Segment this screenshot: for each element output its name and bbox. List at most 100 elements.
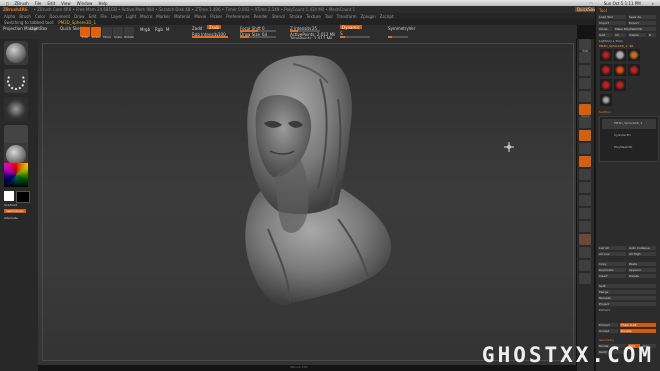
menu-layer[interactable]: Layer	[111, 14, 122, 19]
menu-edit[interactable]: Edit	[47, 1, 55, 6]
menu-stroke[interactable]: Stroke	[289, 14, 302, 19]
solo-button[interactable]	[579, 260, 591, 271]
rgb-button[interactable]: Rgb	[155, 27, 163, 32]
delete-button[interactable]: Delete	[628, 274, 656, 278]
rgb-intensity-slider[interactable]	[192, 36, 228, 38]
save-as-button[interactable]: Save As	[628, 15, 656, 19]
color-picker[interactable]	[4, 163, 28, 187]
menu-movie[interactable]: Movie	[194, 14, 206, 19]
insert-button[interactable]: Insert	[598, 274, 626, 278]
make-polymesh-button[interactable]: Make PolyMesh3D	[614, 27, 656, 31]
clone-button[interactable]: Clone	[598, 27, 612, 31]
subtool-section[interactable]: SubTool	[599, 110, 611, 114]
copy-button[interactable]: Copy	[598, 262, 626, 266]
menu-tool[interactable]: Tool	[325, 14, 333, 19]
m-button[interactable]: M	[166, 27, 169, 32]
extract-button[interactable]: Extract	[598, 323, 618, 327]
draw-size-slider[interactable]	[240, 36, 276, 38]
polyf-button[interactable]	[579, 221, 591, 232]
alternate-button[interactable]: Alternate	[4, 216, 18, 220]
move-view-button[interactable]	[579, 182, 591, 193]
menu-zplugin[interactable]: Zplugin	[361, 14, 376, 19]
scroll-button[interactable]	[579, 65, 591, 76]
split-button[interactable]: Split	[598, 284, 656, 288]
geometry-section[interactable]: Geometry	[599, 338, 614, 342]
lsym-button[interactable]	[579, 143, 591, 154]
tool-thumb-1[interactable]	[600, 49, 612, 61]
menu-marker[interactable]: Marker	[156, 14, 170, 19]
menu-file[interactable]: File	[35, 1, 42, 6]
menu-view[interactable]: View	[61, 1, 71, 6]
subtool-list[interactable]: PM3D_Sphere3D_1 Cylinder3D PolyMesh3D	[599, 116, 659, 162]
scale-view-button[interactable]	[579, 195, 591, 206]
menu-brush[interactable]: Brush	[19, 14, 31, 19]
menu-light[interactable]: Light	[126, 14, 136, 19]
menu-texture[interactable]: Texture	[306, 14, 321, 19]
all-high-button[interactable]: All High	[628, 252, 656, 256]
secondary-color-swatch[interactable]	[16, 191, 30, 203]
zoom-button[interactable]	[579, 78, 591, 89]
menu-picker[interactable]: Picker	[210, 14, 222, 19]
lightbox-tools-link[interactable]: Lightbox ▸ Tools	[599, 39, 623, 43]
menu-material[interactable]: Material	[174, 14, 190, 19]
tool-thumb-7[interactable]	[600, 79, 612, 91]
all-low-button[interactable]: All Low	[598, 252, 626, 256]
append-button[interactable]: Append	[628, 268, 656, 272]
project-button[interactable]: Project	[598, 302, 656, 306]
app-menu[interactable]: ZBrush	[14, 1, 28, 6]
menu-color[interactable]: Color	[35, 14, 45, 19]
mrgb-button[interactable]: Mrgb	[140, 27, 150, 32]
menu-window[interactable]: Window	[77, 1, 93, 6]
brush-slider[interactable]	[340, 36, 370, 38]
import-button[interactable]: Import	[598, 21, 626, 25]
menu-macro[interactable]: Macro	[140, 14, 152, 19]
xpose-button[interactable]	[579, 273, 591, 284]
menu-help[interactable]: Help	[98, 1, 107, 6]
visible-button[interactable]: Visible	[628, 33, 646, 37]
menu-render[interactable]: Render	[254, 14, 268, 19]
extract-section[interactable]: Extract	[599, 308, 610, 312]
auto-collapse-button[interactable]: Auto Collapse	[628, 246, 656, 250]
rotate-view-button[interactable]	[579, 208, 591, 219]
menu-alpha[interactable]: Alpha	[4, 14, 15, 19]
alpha-button[interactable]	[4, 97, 28, 121]
floor-button[interactable]	[579, 117, 591, 128]
menu-stencil[interactable]: Stencil	[272, 14, 286, 19]
lightbox-button[interactable]: LightBox	[30, 26, 47, 31]
menu-draw[interactable]: Draw	[74, 14, 84, 19]
tool-thumb-5[interactable]	[614, 64, 626, 76]
local-button[interactable]	[579, 130, 591, 141]
menu-zscript[interactable]: Zscript	[380, 14, 394, 19]
apple-icon[interactable]: 	[6, 1, 8, 6]
tool-thumb-3[interactable]	[628, 49, 640, 61]
frame-button[interactable]	[579, 169, 591, 180]
transp-button[interactable]	[579, 234, 591, 245]
tool-thumb-4[interactable]	[600, 64, 612, 76]
standard-brush-button[interactable]	[4, 41, 28, 65]
menu-file-z[interactable]: File	[100, 14, 107, 19]
symmetry-button[interactable]: SymmetryVer	[388, 26, 415, 31]
menu-preferences[interactable]: Preferences	[226, 14, 250, 19]
menu-transform[interactable]: Transform	[337, 14, 357, 19]
wifi-icon[interactable]: ◠	[589, 1, 593, 6]
menu-edit-z[interactable]: Edit	[89, 14, 97, 19]
primary-color-swatch[interactable]	[4, 191, 14, 201]
thick-slider[interactable]: Thick 0.02	[620, 323, 656, 327]
menu-document[interactable]: Document	[49, 14, 70, 19]
duplicate-button[interactable]: Duplicate	[598, 268, 626, 272]
merge-button[interactable]: Merge	[598, 290, 656, 294]
goz-button[interactable]: GoZ	[598, 33, 612, 37]
tool-thumb-2[interactable]	[614, 49, 626, 61]
paste-button[interactable]: Paste	[628, 262, 656, 266]
spotlight-icon[interactable]: ⌕	[652, 1, 654, 6]
clock[interactable]: Sun Oct 5 1:11 PM	[604, 1, 641, 6]
remesh-button[interactable]: Remesh	[598, 296, 656, 300]
dynamic-button[interactable]: Dynamic	[340, 25, 362, 30]
zadd-button[interactable]: Zadd	[192, 26, 202, 31]
spix-button[interactable]	[579, 52, 591, 63]
actual-button[interactable]	[579, 91, 591, 102]
xyz-button[interactable]	[579, 156, 591, 167]
dynamic-view-button[interactable]	[579, 247, 591, 258]
list-all-button[interactable]: List All	[598, 246, 626, 250]
tool-thumb-9[interactable]	[600, 94, 612, 106]
